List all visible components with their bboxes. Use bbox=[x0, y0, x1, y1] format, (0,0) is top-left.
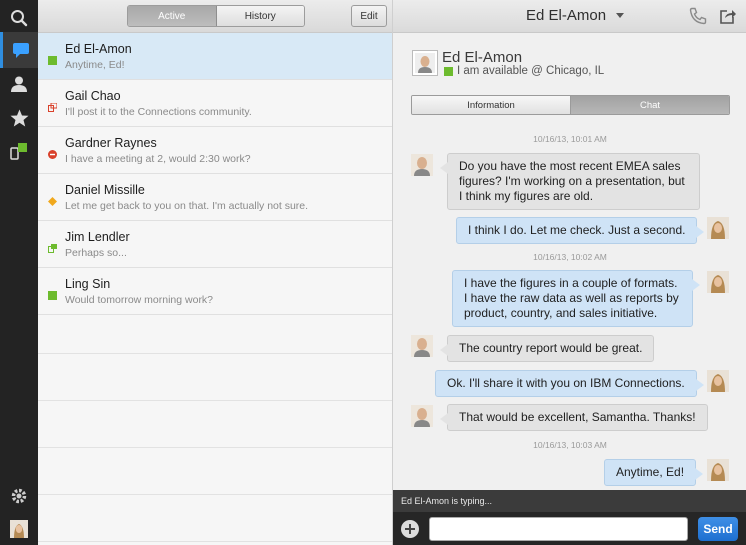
outgoing-message: Anytime, Ed! bbox=[604, 459, 704, 486]
contact-avatar bbox=[412, 50, 438, 76]
conversation-item[interactable]: Gardner Raynes I have a meeting at 2, wo… bbox=[38, 127, 392, 174]
chat-title[interactable]: Ed El-Amon bbox=[526, 7, 606, 24]
contact-name: Gardner Raynes bbox=[65, 136, 157, 150]
last-message: Perhaps so... bbox=[65, 247, 127, 259]
add-attachment-button[interactable] bbox=[401, 520, 419, 538]
message-composer: Send bbox=[393, 512, 746, 545]
contact-name: Gail Chao bbox=[65, 89, 121, 103]
tab-active[interactable]: Active bbox=[128, 6, 217, 26]
available-status-icon bbox=[48, 52, 57, 65]
contacts-icon[interactable] bbox=[0, 66, 38, 102]
last-message: Would tomorrow morning work? bbox=[65, 294, 214, 306]
send-button[interactable]: Send bbox=[698, 517, 738, 541]
last-message: Anytime, Ed! bbox=[65, 59, 125, 71]
edit-button[interactable]: Edit bbox=[351, 5, 387, 27]
contact-avatar bbox=[411, 154, 433, 176]
user-avatar bbox=[707, 217, 729, 239]
tab-information[interactable]: Information bbox=[412, 96, 571, 114]
outgoing-message: I think I do. Let me check. Just a secon… bbox=[456, 217, 705, 244]
tab-history[interactable]: History bbox=[216, 6, 304, 26]
contact-avatar bbox=[411, 405, 433, 427]
user-avatar bbox=[707, 271, 729, 293]
contact-avatar bbox=[411, 335, 433, 357]
search-icon[interactable] bbox=[0, 0, 38, 36]
contact-name: Ed El-Amon bbox=[442, 49, 523, 66]
settings-gear-icon[interactable] bbox=[0, 478, 38, 514]
favorites-star-icon[interactable] bbox=[0, 100, 38, 136]
outgoing-message: Ok. I'll share it with you on IBM Connec… bbox=[435, 370, 704, 397]
contact-name: Ling Sin bbox=[65, 277, 111, 291]
chevron-down-icon[interactable] bbox=[616, 13, 624, 18]
contact-name: Daniel Missille bbox=[65, 183, 145, 197]
incoming-message: The country report would be great. bbox=[439, 335, 655, 362]
conversation-item[interactable]: Gail Chao I'll post it to the Connection… bbox=[38, 80, 392, 127]
incoming-message: Do you have the most recent EMEA sales f… bbox=[440, 153, 700, 210]
message-timestamp: 10/16/13, 10:03 AM bbox=[533, 440, 607, 450]
away-status-icon bbox=[48, 193, 57, 206]
user-avatar bbox=[707, 370, 729, 392]
conversation-list: Active History Edit Ed El-Amon Anytime, … bbox=[38, 0, 392, 545]
app-nav-rail bbox=[0, 0, 38, 545]
list-header: Active History Edit bbox=[38, 0, 392, 33]
chat-header: Ed El-Amon bbox=[393, 0, 746, 33]
tab-chat[interactable]: Chat bbox=[571, 96, 729, 114]
incoming-message: That would be excellent, Samantha. Thank… bbox=[440, 404, 708, 431]
chats-icon[interactable] bbox=[0, 32, 38, 68]
contact-name: Ed El-Amon bbox=[65, 42, 132, 56]
status-icon[interactable] bbox=[0, 133, 38, 169]
contact-name: Jim Lendler bbox=[65, 230, 130, 244]
available-status-icon bbox=[444, 67, 453, 76]
mobile-status-icon bbox=[48, 99, 58, 112]
user-avatar bbox=[707, 459, 729, 481]
last-message: I have a meeting at 2, would 2:30 work? bbox=[65, 153, 251, 165]
outgoing-message: I have the figures in a couple of format… bbox=[452, 270, 700, 327]
message-timestamp: 10/16/13, 10:02 AM bbox=[533, 252, 607, 262]
available-status-icon bbox=[48, 287, 57, 300]
contact-status-text: I am available @ Chicago, IL bbox=[457, 65, 605, 77]
profile-tabs: Information Chat bbox=[411, 95, 730, 115]
share-icon[interactable] bbox=[719, 7, 737, 30]
phone-icon[interactable] bbox=[689, 7, 707, 30]
do-not-disturb-status-icon bbox=[48, 146, 57, 159]
last-message: Let me get back to you on that. I'm actu… bbox=[65, 200, 309, 212]
mobile-status-icon bbox=[48, 240, 57, 253]
conversation-item[interactable]: Daniel Missille Let me get back to you o… bbox=[38, 174, 392, 221]
typing-indicator: Ed El-Amon is typing... bbox=[393, 490, 746, 512]
active-history-toggle: Active History bbox=[127, 5, 305, 27]
user-avatar[interactable] bbox=[0, 511, 38, 545]
message-timestamp: 10/16/13, 10:01 AM bbox=[533, 134, 607, 144]
conversation-item[interactable]: Jim Lendler Perhaps so... bbox=[38, 221, 392, 268]
last-message: I'll post it to the Connections communit… bbox=[65, 106, 252, 118]
conversation-item[interactable]: Ling Sin Would tomorrow morning work? bbox=[38, 268, 392, 315]
conversation-item[interactable]: Ed El-Amon Anytime, Ed! bbox=[38, 33, 392, 80]
plus-icon bbox=[405, 524, 415, 534]
chat-panel: Ed El-Amon Ed El-Amon I am available @ C… bbox=[392, 0, 746, 545]
message-input[interactable] bbox=[429, 517, 688, 541]
